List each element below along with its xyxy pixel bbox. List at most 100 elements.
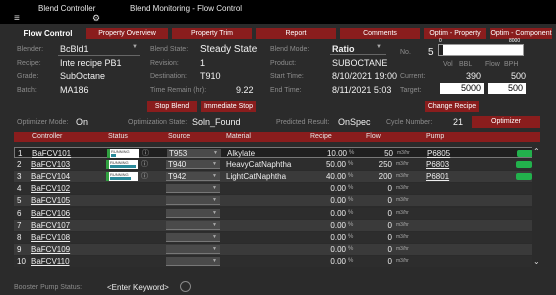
flow-unit: m3/hr bbox=[396, 209, 409, 216]
recipe-unit: % bbox=[348, 221, 354, 228]
target-flow-input[interactable]: 500 bbox=[488, 83, 526, 94]
recipe-value: 40.00 bbox=[325, 172, 346, 182]
source-dropdown-icon[interactable]: ▼ bbox=[212, 195, 217, 206]
title-bar: ≡ Blend Controller ⚙ Blend Monitoring - … bbox=[0, 0, 556, 24]
table-row[interactable]: 9 BaFCV109 ▼ 0.00% 0 m3/hr bbox=[14, 243, 540, 255]
source-dropdown-icon[interactable]: ▼ bbox=[212, 220, 217, 231]
cycle-number-label: Cycle Number: bbox=[386, 119, 433, 126]
source-dropdown-icon[interactable]: ▼ bbox=[212, 232, 217, 243]
header-material[interactable]: Material bbox=[226, 132, 251, 143]
source-dropdown-icon[interactable]: ▼ bbox=[212, 183, 217, 194]
tab-property-trim[interactable]: Property Trim bbox=[172, 28, 252, 39]
batch-label: Batch: bbox=[17, 87, 37, 94]
source-dropdown-icon[interactable]: ▼ bbox=[212, 171, 217, 182]
optimizer-button[interactable]: Optimizer bbox=[472, 116, 540, 128]
stop-blend-button[interactable]: Stop Blend bbox=[147, 101, 197, 112]
search-icon[interactable] bbox=[180, 281, 191, 292]
pump-link[interactable]: P6801 bbox=[426, 171, 449, 182]
header-source[interactable]: Source bbox=[168, 132, 190, 143]
immediate-stop-button[interactable]: Immediate Stop bbox=[201, 101, 256, 112]
info-icon[interactable]: ⓘ bbox=[141, 159, 148, 170]
blender-value[interactable]: BcBld1 bbox=[60, 44, 89, 54]
status-indicator: RUNNING bbox=[106, 172, 138, 182]
flow-value: 0 bbox=[387, 196, 392, 206]
blend-mode-dropdown-icon[interactable]: ▼ bbox=[376, 44, 382, 50]
controller-link[interactable]: BaFCV106 bbox=[31, 208, 70, 219]
tab-property-overview[interactable]: Property Overview bbox=[86, 28, 168, 39]
keyword-input[interactable]: <Enter Keyword> bbox=[107, 283, 169, 292]
source-dropdown-icon[interactable]: ▼ bbox=[212, 256, 217, 267]
controller-link[interactable]: BaFCV110 bbox=[31, 256, 70, 267]
table-row[interactable]: 1 BaFCV101 RUNNING ⓘ T953 ▼ Alkylate 10.00% 50 m3… bbox=[14, 147, 540, 158]
blend-mode-label: Blend Mode: bbox=[270, 46, 310, 53]
controller-link[interactable]: BaFCV101 bbox=[32, 148, 71, 159]
table-row[interactable]: 5 BaFCV105 ▼ 0.00% 0 m3/hr bbox=[14, 195, 540, 207]
blender-dropdown-icon[interactable]: ▼ bbox=[132, 44, 138, 50]
table-row[interactable]: 10 BaFCV110 ▼ 0.00% 0 m3/hr bbox=[14, 255, 540, 267]
tab-comments[interactable]: Comments bbox=[340, 28, 420, 39]
table-row[interactable]: 8 BaFCV108 ▼ 0.00% 0 m3/hr bbox=[14, 231, 540, 243]
table-row[interactable]: 4 BaFCV102 ▼ 0.00% 0 m3/hr bbox=[14, 183, 540, 195]
source-dropdown-icon[interactable]: ▼ bbox=[212, 159, 217, 170]
gear-icon[interactable]: ⚙ bbox=[92, 13, 100, 24]
blend-state-label: Blend State: bbox=[150, 46, 189, 53]
end-time-label: End Time: bbox=[270, 87, 302, 94]
controller-link[interactable]: BaFCV108 bbox=[31, 232, 70, 243]
change-recipe-button[interactable]: Change Recipe bbox=[425, 101, 479, 112]
status-indicator: RUNNING bbox=[107, 149, 139, 158]
controller-link[interactable]: BaFCV102 bbox=[31, 183, 70, 194]
optimization-state-label: Optimization State: bbox=[128, 119, 188, 126]
window-title: Blend Monitoring - Flow Control bbox=[130, 4, 243, 13]
pump-link[interactable]: P6803 bbox=[426, 159, 449, 170]
tab-optim-property[interactable]: Optim - Property bbox=[424, 28, 486, 39]
volume-progress-bar bbox=[438, 44, 524, 56]
table-row[interactable]: 2 BaFCV103 RUNNING ⓘ T940 ▼ HeavyCatNaphtha 50.… bbox=[14, 159, 540, 171]
tab-flow-control[interactable]: Flow Control bbox=[14, 28, 82, 39]
time-remain-value: 9.22 bbox=[236, 85, 254, 95]
source-value: T940 bbox=[168, 160, 187, 170]
header-controller[interactable]: Controller bbox=[32, 132, 62, 143]
pump-icon[interactable] bbox=[517, 150, 533, 157]
pump-link[interactable]: P6805 bbox=[427, 148, 450, 159]
info-icon[interactable]: ⓘ bbox=[142, 148, 149, 159]
source-dropdown-icon[interactable]: ▼ bbox=[213, 148, 218, 159]
target-vol-input[interactable]: 5000 bbox=[440, 83, 484, 94]
controller-link[interactable]: BaFCV104 bbox=[31, 171, 70, 182]
header-status[interactable]: Status bbox=[108, 132, 128, 143]
row-number: 9 bbox=[17, 244, 22, 254]
controller-link[interactable]: BaFCV105 bbox=[31, 195, 70, 206]
source-dropdown-icon[interactable]: ▼ bbox=[212, 208, 217, 219]
blender-underline bbox=[58, 55, 140, 56]
row-number: 3 bbox=[17, 172, 22, 182]
table-row[interactable]: 6 BaFCV106 ▼ 0.00% 0 m3/hr bbox=[14, 207, 540, 219]
controller-link[interactable]: BaFCV109 bbox=[31, 244, 70, 255]
grade-label: Grade: bbox=[17, 73, 39, 80]
menu-icon[interactable]: ≡ bbox=[14, 13, 20, 24]
end-time-value: 8/11/2021 5:03 bbox=[332, 85, 392, 95]
flow-value: 0 bbox=[387, 220, 392, 230]
scroll-up-icon[interactable]: ⌃ bbox=[533, 147, 540, 156]
flow-value: 0 bbox=[387, 184, 392, 194]
pump-icon[interactable] bbox=[516, 173, 532, 181]
pump-icon[interactable] bbox=[516, 161, 532, 169]
row-number: 10 bbox=[17, 256, 26, 266]
header-recipe[interactable]: Recipe bbox=[310, 132, 332, 143]
recipe-value: 50.00 bbox=[325, 160, 346, 170]
info-icon[interactable]: ⓘ bbox=[141, 171, 148, 182]
recipe-unit: % bbox=[349, 150, 355, 156]
controller-link[interactable]: BaFCV107 bbox=[31, 220, 70, 231]
scrollbar[interactable]: ⌃ ⌄ bbox=[532, 145, 540, 267]
table-row[interactable]: 7 BaFCV107 ▼ 0.00% 0 m3/hr bbox=[14, 219, 540, 231]
tab-optim-component[interactable]: Optim - Component bbox=[490, 28, 552, 39]
table-row[interactable]: 3 BaFCV104 RUNNING ⓘ T942 ▼ LightCatNaphtha 40.… bbox=[14, 171, 540, 183]
current-label: Current: bbox=[400, 73, 426, 80]
header-flow[interactable]: Flow bbox=[366, 132, 381, 143]
blend-mode-value[interactable]: Ratio bbox=[332, 44, 355, 54]
controller-link[interactable]: BaFCV103 bbox=[31, 159, 70, 170]
header-pump[interactable]: Pump bbox=[426, 132, 444, 143]
tab-report[interactable]: Report bbox=[256, 28, 336, 39]
recipe-label: Recipe: bbox=[17, 60, 41, 67]
scroll-down-icon[interactable]: ⌄ bbox=[533, 257, 540, 266]
source-dropdown-icon[interactable]: ▼ bbox=[212, 244, 217, 255]
start-time-label: Start Time: bbox=[270, 73, 304, 80]
